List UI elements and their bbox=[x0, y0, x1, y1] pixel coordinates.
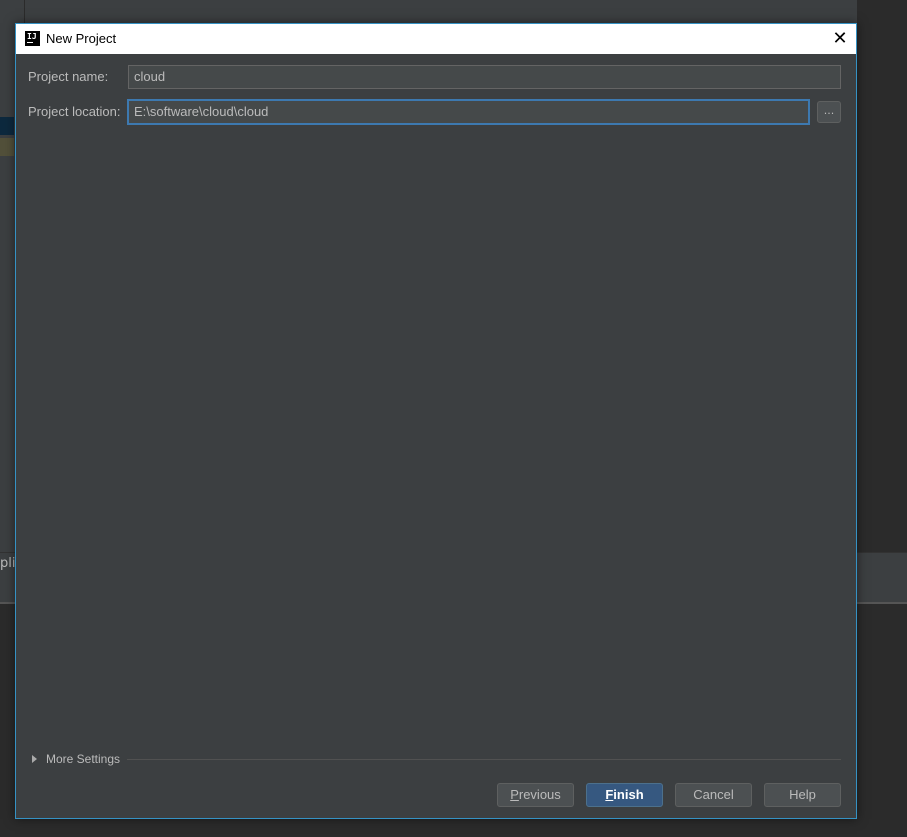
project-name-label: Project name: bbox=[28, 69, 109, 84]
tree-highlight bbox=[0, 138, 14, 156]
project-location-input[interactable]: E:\software\cloud\cloud bbox=[128, 100, 809, 124]
previous-label: revious bbox=[518, 787, 561, 802]
editor-area bbox=[857, 0, 907, 552]
previous-button[interactable]: Previous bbox=[497, 783, 574, 807]
dialog-title: New Project bbox=[46, 31, 117, 46]
more-settings-divider bbox=[127, 759, 841, 760]
project-location-label: Project location: bbox=[28, 104, 121, 119]
project-name-input[interactable]: cloud bbox=[128, 65, 841, 89]
close-icon[interactable]: ✕ bbox=[828, 29, 852, 49]
cancel-button[interactable]: Cancel bbox=[675, 783, 752, 807]
intellij-app-icon: IJ bbox=[25, 31, 40, 46]
help-button[interactable]: Help bbox=[764, 783, 841, 807]
finish-label: inish bbox=[613, 787, 644, 802]
more-settings-toggle[interactable]: More Settings bbox=[32, 752, 120, 766]
new-project-dialog: IJ New Project ✕ Project name: cloud Pro… bbox=[15, 23, 857, 819]
previous-mnemonic: P bbox=[510, 787, 519, 802]
more-settings-label: More Settings bbox=[46, 752, 121, 766]
dialog-titlebar: IJ New Project ✕ bbox=[16, 24, 856, 54]
expand-triangle-icon bbox=[32, 755, 37, 763]
browse-button[interactable]: ... bbox=[817, 101, 841, 123]
finish-button[interactable]: Finish bbox=[586, 783, 663, 807]
tree-selection bbox=[0, 117, 14, 135]
